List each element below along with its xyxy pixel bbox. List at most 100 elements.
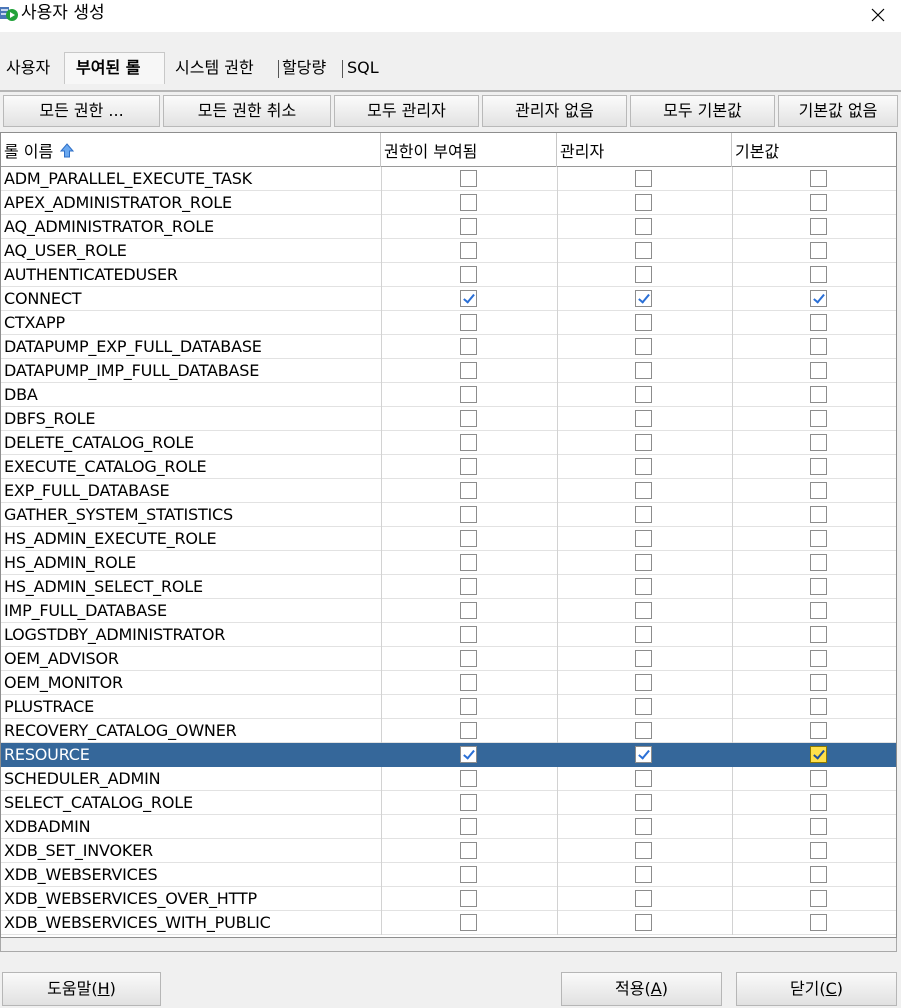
admin-checkbox[interactable] bbox=[635, 650, 652, 667]
grant-all-button[interactable]: 모든 권한 ... bbox=[3, 95, 160, 127]
granted-checkbox[interactable] bbox=[460, 602, 477, 619]
granted-checkbox[interactable] bbox=[460, 338, 477, 355]
granted-checkbox[interactable] bbox=[460, 770, 477, 787]
table-row[interactable]: CTXAPP bbox=[1, 311, 896, 335]
admin-checkbox[interactable] bbox=[635, 194, 652, 211]
table-row[interactable]: EXECUTE_CATALOG_ROLE bbox=[1, 455, 896, 479]
admin-checkbox[interactable] bbox=[635, 890, 652, 907]
granted-checkbox[interactable] bbox=[460, 722, 477, 739]
granted-checkbox[interactable] bbox=[460, 482, 477, 499]
table-row[interactable]: SCHEDULER_ADMIN bbox=[1, 767, 896, 791]
admin-checkbox[interactable] bbox=[635, 602, 652, 619]
column-header-default[interactable]: 기본값 bbox=[732, 133, 896, 167]
admin-checkbox[interactable] bbox=[635, 842, 652, 859]
admin-checkbox[interactable] bbox=[635, 794, 652, 811]
admin-checkbox[interactable] bbox=[635, 674, 652, 691]
table-row[interactable]: AQ_ADMINISTRATOR_ROLE bbox=[1, 215, 896, 239]
default-checkbox[interactable] bbox=[810, 338, 827, 355]
admin-checkbox[interactable] bbox=[635, 578, 652, 595]
tab-sql[interactable]: SQL bbox=[347, 54, 379, 82]
admin-checkbox[interactable] bbox=[635, 506, 652, 523]
granted-checkbox[interactable] bbox=[460, 674, 477, 691]
admin-checkbox[interactable] bbox=[635, 266, 652, 283]
default-checkbox[interactable] bbox=[810, 434, 827, 451]
table-row[interactable]: HS_ADMIN_EXECUTE_ROLE bbox=[1, 527, 896, 551]
table-row[interactable]: XDB_SET_INVOKER bbox=[1, 839, 896, 863]
admin-checkbox[interactable] bbox=[635, 698, 652, 715]
granted-checkbox[interactable] bbox=[460, 866, 477, 883]
table-row[interactable]: RECOVERY_CATALOG_OWNER bbox=[1, 719, 896, 743]
default-checkbox[interactable] bbox=[810, 722, 827, 739]
admin-checkbox[interactable] bbox=[635, 242, 652, 259]
all-default-button[interactable]: 모두 기본값 bbox=[630, 95, 775, 127]
table-row[interactable]: DBA bbox=[1, 383, 896, 407]
default-checkbox[interactable] bbox=[810, 290, 827, 307]
table-row[interactable]: DATAPUMP_IMP_FULL_DATABASE bbox=[1, 359, 896, 383]
granted-checkbox[interactable] bbox=[460, 266, 477, 283]
table-row[interactable]: DELETE_CATALOG_ROLE bbox=[1, 431, 896, 455]
table-row[interactable]: APEX_ADMINISTRATOR_ROLE bbox=[1, 191, 896, 215]
default-checkbox[interactable] bbox=[810, 890, 827, 907]
table-row[interactable]: XDB_WEBSERVICES_OVER_HTTP bbox=[1, 887, 896, 911]
default-checkbox[interactable] bbox=[810, 362, 827, 379]
admin-checkbox[interactable] bbox=[635, 170, 652, 187]
default-checkbox[interactable] bbox=[810, 410, 827, 427]
admin-checkbox[interactable] bbox=[635, 290, 652, 307]
table-row[interactable]: OEM_MONITOR bbox=[1, 671, 896, 695]
table-row[interactable]: EXP_FULL_DATABASE bbox=[1, 479, 896, 503]
admin-checkbox[interactable] bbox=[635, 770, 652, 787]
default-checkbox[interactable] bbox=[810, 626, 827, 643]
default-checkbox[interactable] bbox=[810, 770, 827, 787]
column-header-granted[interactable]: 권한이 부여됨 bbox=[381, 133, 557, 167]
apply-button[interactable]: 적용(A) bbox=[561, 972, 722, 1006]
default-checkbox[interactable] bbox=[810, 842, 827, 859]
default-checkbox[interactable] bbox=[810, 530, 827, 547]
table-row[interactable]: XDBADMIN bbox=[1, 815, 896, 839]
granted-checkbox[interactable] bbox=[460, 890, 477, 907]
admin-checkbox[interactable] bbox=[635, 746, 652, 763]
table-row[interactable]: DATAPUMP_EXP_FULL_DATABASE bbox=[1, 335, 896, 359]
granted-checkbox[interactable] bbox=[460, 818, 477, 835]
granted-checkbox[interactable] bbox=[460, 578, 477, 595]
admin-checkbox[interactable] bbox=[635, 386, 652, 403]
admin-checkbox[interactable] bbox=[635, 434, 652, 451]
table-row[interactable]: IMP_FULL_DATABASE bbox=[1, 599, 896, 623]
no-default-button[interactable]: 기본값 없음 bbox=[778, 95, 898, 127]
table-row[interactable]: LOGSTDBY_ADMINISTRATOR bbox=[1, 623, 896, 647]
tab-user[interactable]: 사용자 bbox=[6, 54, 50, 82]
default-checkbox[interactable] bbox=[810, 650, 827, 667]
table-row[interactable]: DBFS_ROLE bbox=[1, 407, 896, 431]
default-checkbox[interactable] bbox=[810, 914, 827, 931]
table-row[interactable]: GATHER_SYSTEM_STATISTICS bbox=[1, 503, 896, 527]
granted-checkbox[interactable] bbox=[460, 794, 477, 811]
admin-checkbox[interactable] bbox=[635, 914, 652, 931]
default-checkbox[interactable] bbox=[810, 746, 827, 763]
table-row[interactable]: SELECT_CATALOG_ROLE bbox=[1, 791, 896, 815]
default-checkbox[interactable] bbox=[810, 674, 827, 691]
admin-checkbox[interactable] bbox=[635, 482, 652, 499]
default-checkbox[interactable] bbox=[810, 242, 827, 259]
granted-checkbox[interactable] bbox=[460, 314, 477, 331]
table-row[interactable]: PLUSTRACE bbox=[1, 695, 896, 719]
table-row[interactable]: OEM_ADVISOR bbox=[1, 647, 896, 671]
default-checkbox[interactable] bbox=[810, 266, 827, 283]
granted-checkbox[interactable] bbox=[460, 170, 477, 187]
default-checkbox[interactable] bbox=[810, 578, 827, 595]
column-header-role-name[interactable]: 롤 이름 bbox=[1, 133, 381, 167]
admin-checkbox[interactable] bbox=[635, 530, 652, 547]
default-checkbox[interactable] bbox=[810, 554, 827, 571]
table-row[interactable]: XDB_WEBSERVICES bbox=[1, 863, 896, 887]
granted-checkbox[interactable] bbox=[460, 914, 477, 931]
granted-checkbox[interactable] bbox=[460, 842, 477, 859]
granted-checkbox[interactable] bbox=[460, 410, 477, 427]
admin-checkbox[interactable] bbox=[635, 722, 652, 739]
close-window-button[interactable] bbox=[855, 0, 901, 30]
table-row[interactable]: AUTHENTICATEDUSER bbox=[1, 263, 896, 287]
granted-checkbox[interactable] bbox=[460, 290, 477, 307]
tab-system-privileges[interactable]: 시스템 권한 bbox=[175, 54, 254, 82]
granted-checkbox[interactable] bbox=[460, 746, 477, 763]
column-header-admin[interactable]: 관리자 bbox=[557, 133, 732, 167]
granted-checkbox[interactable] bbox=[460, 434, 477, 451]
granted-checkbox[interactable] bbox=[460, 386, 477, 403]
default-checkbox[interactable] bbox=[810, 506, 827, 523]
